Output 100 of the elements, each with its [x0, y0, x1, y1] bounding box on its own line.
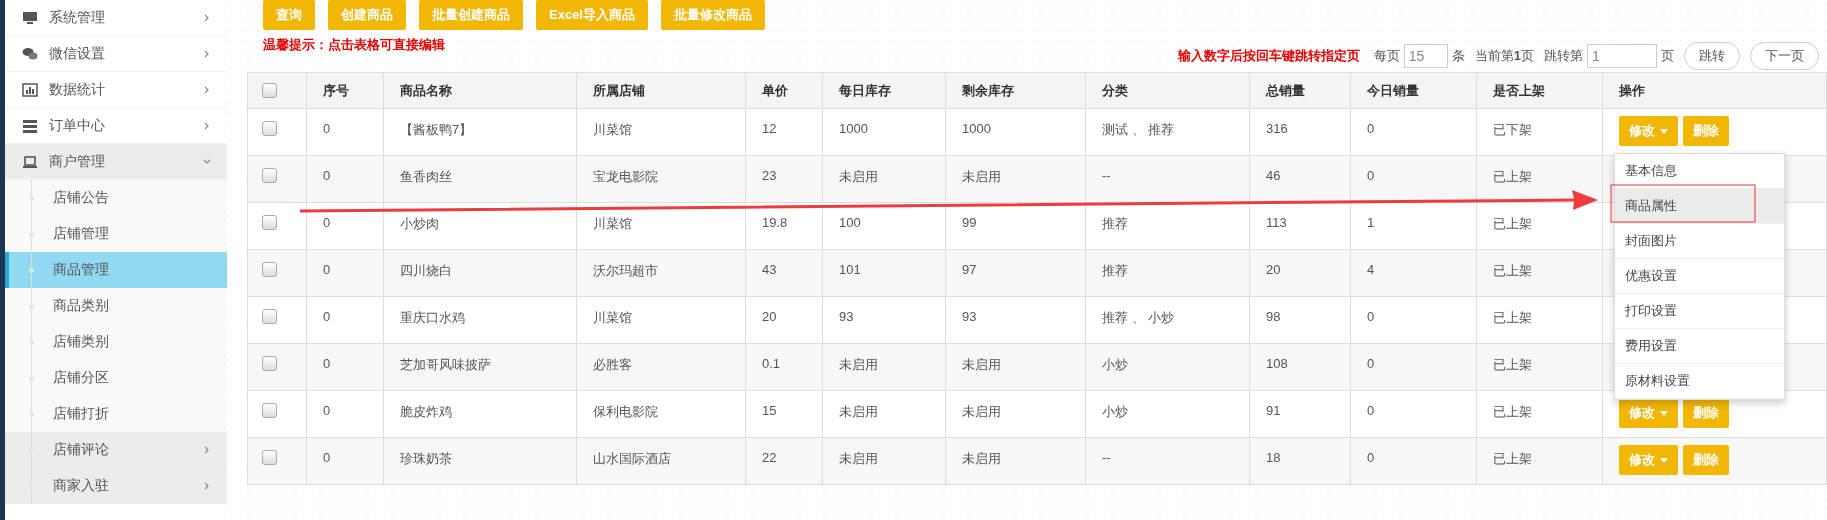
table-cell: 0	[306, 343, 384, 391]
row-checkbox[interactable]	[262, 215, 277, 230]
sidebar-subitem[interactable]: 商家入驻	[5, 468, 227, 504]
row-checkbox[interactable]	[262, 356, 277, 371]
table-cell: 【酱板鸭7】	[383, 108, 577, 156]
table-cell: 97	[945, 249, 1086, 297]
table-cell: 测试 、 推荐	[1085, 108, 1250, 156]
row-checkbox[interactable]	[262, 262, 277, 277]
table-cell: 93	[822, 296, 946, 344]
row-checkbox[interactable]	[262, 450, 277, 465]
sidebar-subitem[interactable]: 店铺公告	[5, 180, 227, 216]
table-cell: 93	[945, 296, 1086, 344]
sidebar-item[interactable]: 数据统计	[5, 72, 227, 108]
table-cell: 已上架	[1476, 249, 1603, 297]
sidebar-subitem[interactable]: 店铺打折	[5, 396, 227, 432]
table-cell: 0	[306, 296, 384, 344]
table-cell: 0	[1350, 390, 1477, 438]
chevron-icon	[203, 85, 211, 94]
table-cell: 川菜馆	[576, 108, 746, 156]
table-cell: 15	[745, 390, 823, 438]
table-cell: 108	[1249, 343, 1351, 391]
sidebar-subitem[interactable]: 商品类别	[5, 288, 227, 324]
column-header: 总销量	[1249, 72, 1351, 109]
table-cell: 0	[306, 155, 384, 203]
table-cell: 0.1	[745, 343, 823, 391]
table-cell: 0	[1350, 437, 1477, 485]
table-cell: 推荐	[1085, 249, 1250, 297]
table-cell: 已上架	[1476, 437, 1603, 485]
table-cell: 未启用	[822, 437, 946, 485]
row-checkbox[interactable]	[262, 121, 277, 136]
table-cell: 22	[745, 437, 823, 485]
column-header: 序号	[306, 72, 384, 109]
table-cell: 0	[1350, 343, 1477, 391]
menu-item[interactable]: 原材料设置	[1615, 364, 1784, 399]
row-checkbox[interactable]	[262, 168, 277, 183]
table-cell: 4	[1350, 249, 1477, 297]
sidebar-item[interactable]: 系统管理	[5, 0, 227, 36]
table-cell: 18	[1249, 437, 1351, 485]
caret-icon	[1660, 128, 1668, 134]
jump-unit: 页	[1661, 47, 1674, 65]
monitor-icon	[22, 9, 38, 26]
table-cell: 0	[306, 108, 384, 156]
column-header: 所属店铺	[576, 72, 746, 109]
table-cell: 23	[745, 155, 823, 203]
next-page-button[interactable]: 下一页	[1750, 42, 1819, 70]
table-cell: 保利电影院	[576, 390, 746, 438]
chevron-icon	[203, 446, 211, 454]
column-header: 今日销量	[1350, 72, 1477, 109]
table-cell: 未启用	[822, 343, 946, 391]
column-header: 分类	[1085, 72, 1250, 109]
list-icon	[22, 117, 38, 134]
sidebar-subitem[interactable]: 店铺分区	[5, 360, 227, 396]
caret-icon	[1660, 410, 1668, 416]
table-cell: 重庆口水鸡	[383, 296, 577, 344]
table-cell: 珍珠奶茶	[383, 437, 577, 485]
sidebar-subitem[interactable]: 商品管理	[5, 252, 227, 288]
chevron-icon	[203, 157, 211, 166]
pagination-hint: 输入数字后按回车键跳转指定页	[1177, 47, 1360, 65]
table-cell: 芝加哥风味披萨	[383, 343, 577, 391]
jump-page-field[interactable]: 1	[1587, 44, 1657, 68]
menu-item[interactable]: 商品属性	[1615, 189, 1784, 224]
select-all-checkbox[interactable]	[262, 83, 277, 98]
column-header: 操作	[1602, 72, 1827, 109]
table-cell: 未启用	[822, 155, 946, 203]
table-cell: 未启用	[945, 343, 1086, 391]
table-cell: --	[1085, 437, 1250, 485]
table-cell: 小炒	[1085, 390, 1250, 438]
row-checkbox[interactable]	[262, 309, 277, 324]
chat-icon	[22, 45, 38, 62]
sidebar-subitem[interactable]: 店铺类别	[5, 324, 227, 360]
column-header: 单价	[745, 72, 823, 109]
table-cell: 宝龙电影院	[576, 155, 746, 203]
row-checkbox[interactable]	[262, 403, 277, 418]
table-cell: 推荐 、 小炒	[1085, 296, 1250, 344]
sidebar-item[interactable]: 商户管理	[5, 144, 227, 180]
table-cell: 0	[306, 437, 384, 485]
sidebar-item[interactable]: 微信设置	[5, 36, 227, 72]
sidebar-subitem[interactable]: 店铺管理	[5, 216, 227, 252]
jump-button[interactable]: 跳转	[1684, 42, 1740, 70]
sidebar-subitem[interactable]: 店铺评论	[5, 432, 227, 468]
chevron-icon	[203, 121, 211, 130]
per-page-field[interactable]: 15	[1403, 44, 1448, 68]
table-cell: 316	[1249, 108, 1351, 156]
table-cell: 脆皮炸鸡	[383, 390, 577, 438]
table-cell: 0	[1350, 108, 1477, 156]
menu-item[interactable]: 封面图片	[1615, 224, 1784, 259]
menu-item[interactable]: 费用设置	[1615, 329, 1784, 364]
table-cell: 20	[745, 296, 823, 344]
laptop-icon	[22, 153, 38, 170]
table-cell: 0	[306, 249, 384, 297]
table-cell: 未启用	[945, 390, 1086, 438]
column-header: 每日库存	[822, 72, 946, 109]
tip-text: 温馨提示：点击表格可直接编辑	[263, 36, 445, 54]
chevron-icon	[203, 13, 211, 22]
table-cell: 沃尔玛超市	[576, 249, 746, 297]
table-cell: 98	[1249, 296, 1351, 344]
jump-label: 跳转第	[1544, 47, 1583, 65]
table-cell: 山水国际酒店	[576, 437, 746, 485]
chevron-icon	[203, 49, 211, 58]
caret-icon	[1660, 457, 1668, 463]
